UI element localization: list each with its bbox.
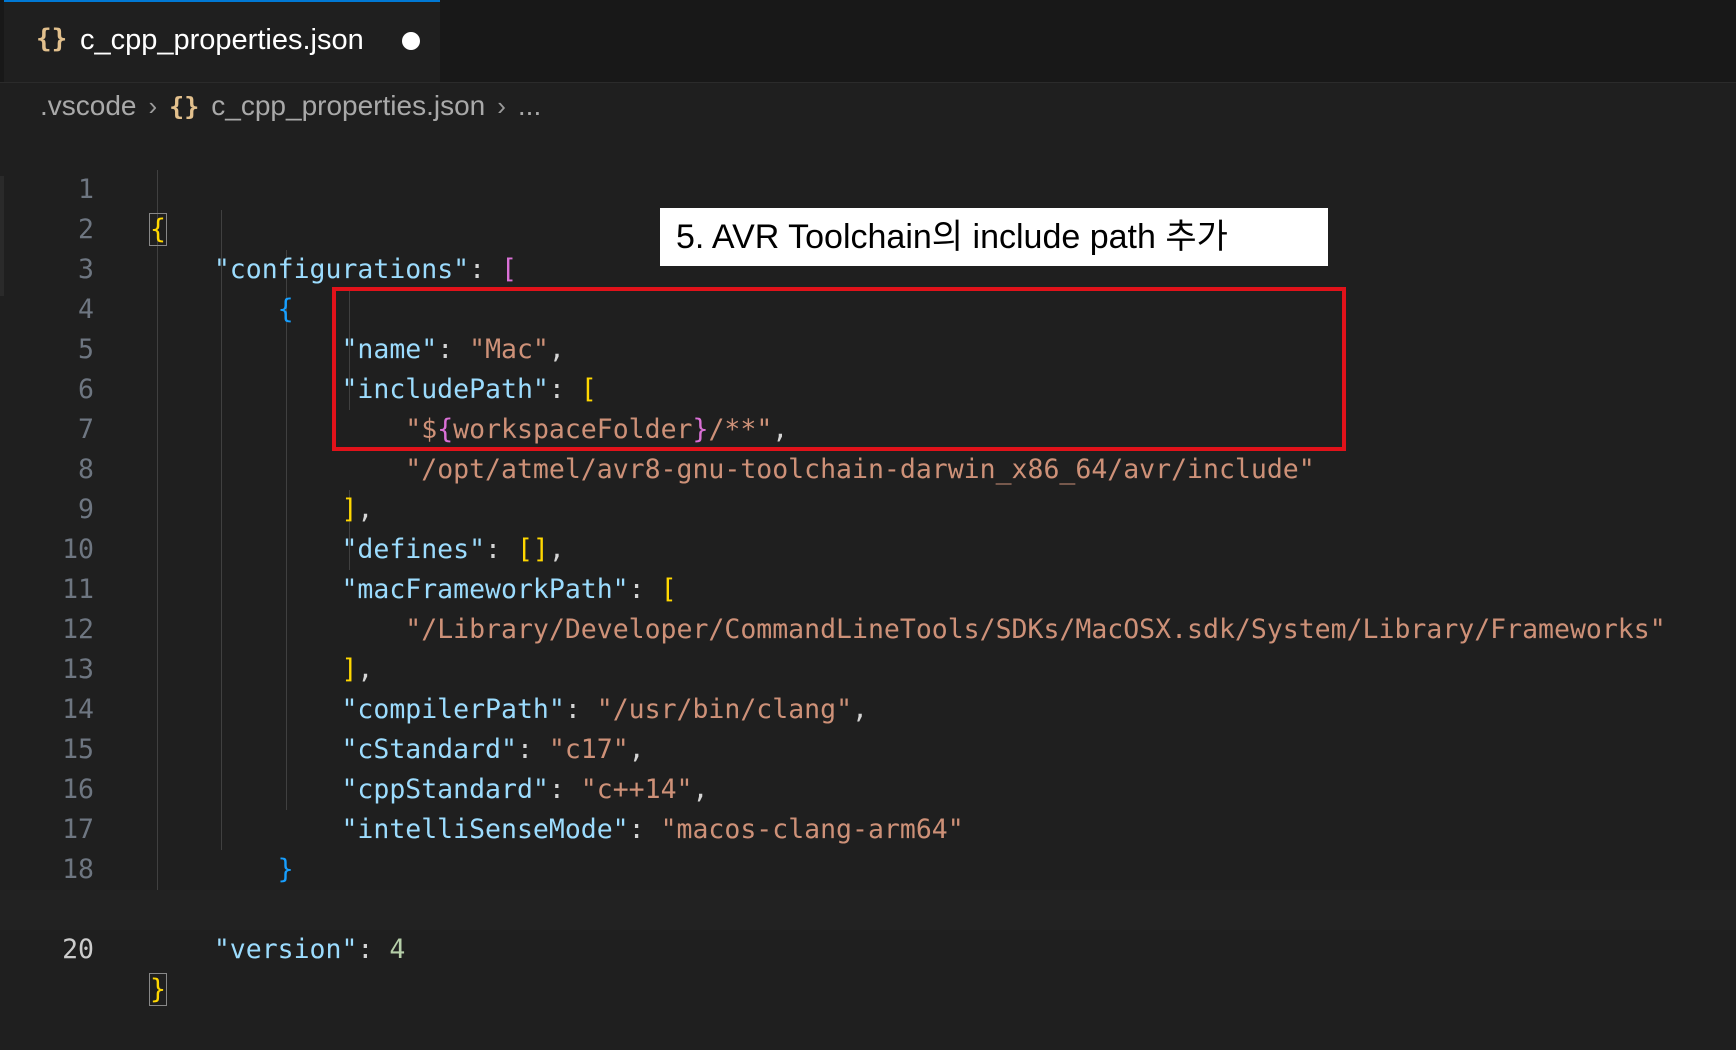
code-line-current: 20 } <box>0 890 1736 1006</box>
unsaved-dot-icon[interactable] <box>402 32 420 50</box>
code-line: 14 "cStandard": "c17", <box>0 650 1736 765</box>
tab-c-cpp-properties[interactable]: {} c_cpp_properties.json <box>4 0 440 82</box>
code-line: 18 ], <box>0 810 1736 925</box>
code-text: } <box>149 973 167 1006</box>
code-line: 16 "intelliSenseMode": "macos-clang-arm6… <box>0 730 1736 845</box>
json-file-icon: {} <box>36 24 68 54</box>
code-text: "version": 4 <box>213 934 406 965</box>
annotation-highlight-box <box>332 287 1346 451</box>
breadcrumb-folder[interactable]: .vscode <box>40 90 137 122</box>
tab-bar: {} c_cpp_properties.json <box>0 0 1736 83</box>
chevron-right-icon: › <box>497 90 506 121</box>
code-line: 17 } <box>0 770 1736 885</box>
code-line: 11 "/Library/Developer/CommandLineTools/… <box>0 530 1736 645</box>
code-line: 15 "cppStandard": "c++14", <box>0 690 1736 805</box>
breadcrumb-more[interactable]: ... <box>518 90 541 122</box>
tab-label: c_cpp_properties.json <box>80 24 364 56</box>
code-line: 12 ], <box>0 570 1736 685</box>
code-line: 19 "version": 4 <box>0 850 1736 965</box>
breadcrumb: .vscode › {} c_cpp_properties.json › ... <box>40 86 541 126</box>
json-file-icon: {} <box>169 91 200 121</box>
code-line: 10 "macFrameworkPath": [ <box>0 490 1736 605</box>
annotation-label: 5. AVR Toolchain의 include path 추가 <box>660 208 1328 266</box>
line-number: 20 <box>62 934 94 965</box>
breadcrumb-file[interactable]: c_cpp_properties.json <box>211 90 485 122</box>
code-line: 13 "compilerPath": "/usr/bin/clang", <box>0 610 1736 725</box>
chevron-right-icon: › <box>148 90 158 121</box>
code-line: 9 "defines": [], <box>0 450 1736 565</box>
code-line: 2 "configurations": [ <box>0 170 1736 285</box>
code-line: 1 { <box>0 130 1736 246</box>
